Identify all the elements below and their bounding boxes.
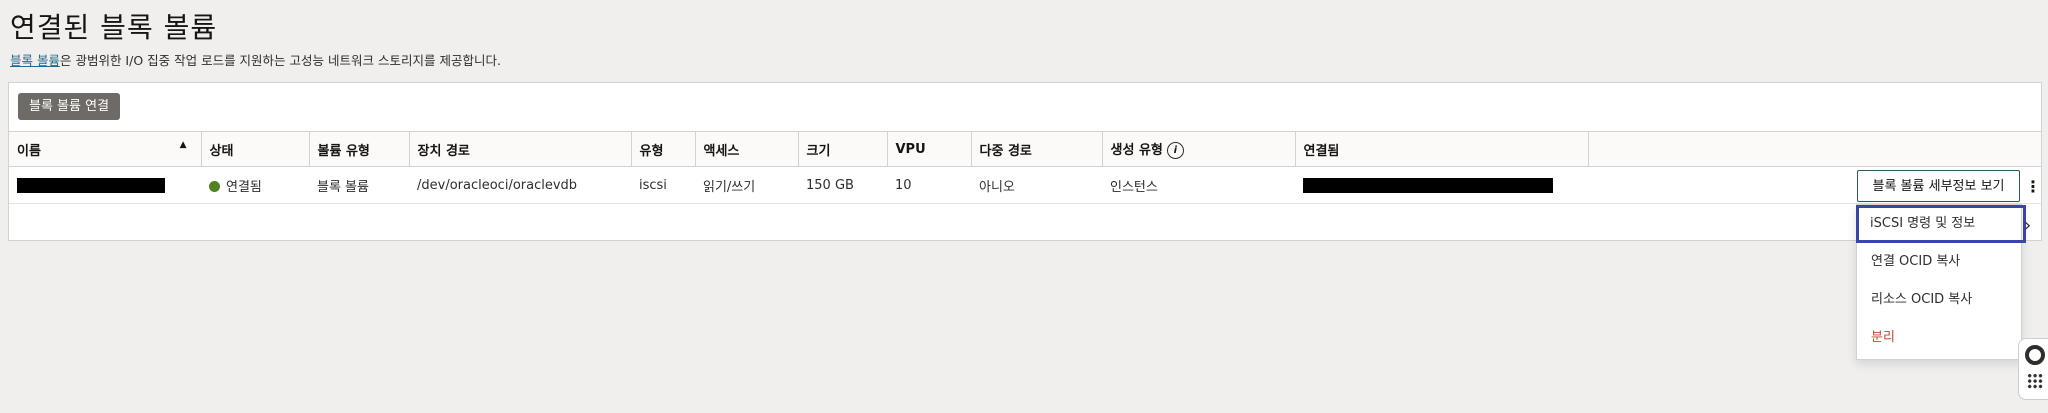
cell-volume-type: 블록 볼륨 bbox=[309, 166, 409, 204]
column-header-multipath[interactable]: 다중 경로 bbox=[970, 131, 1102, 167]
row-actions-dropdown: iSCSI 명령 및 정보 연결 OCID 복사 리소스 OCID 복사 분리 bbox=[1856, 204, 2026, 360]
description-text: 은 광범위한 I/O 집중 작업 로드를 지원하는 고성능 네트워크 스토리지를… bbox=[59, 53, 501, 68]
cell-type: iscsi bbox=[631, 166, 695, 204]
column-header-state[interactable]: 상태 bbox=[200, 131, 309, 167]
cell-state: 연결됨 bbox=[201, 166, 309, 204]
view-volume-details-button[interactable]: 블록 볼륨 세부정보 보기 bbox=[1857, 170, 2020, 202]
column-header-type[interactable]: 유형 bbox=[630, 131, 695, 167]
table-row: 연결됨 블록 볼륨 /dev/oracleoci/oraclevdb iscsi… bbox=[9, 166, 2041, 204]
sort-ascending-icon: ▲ bbox=[179, 139, 187, 150]
chevron-right-icon[interactable]: › bbox=[2024, 215, 2031, 236]
cell-attached[interactable] bbox=[1295, 166, 1588, 204]
kebab-menu-icon[interactable]: ⋮ bbox=[2025, 178, 2041, 196]
table-header-row: 이름 ▲ 상태 볼륨 유형 장치 경로 유형 액세스 크기 VPU 다중 경로 생… bbox=[9, 131, 2041, 167]
column-header-attached[interactable]: 연결됨 bbox=[1294, 131, 1588, 167]
lifebuoy-icon bbox=[2025, 345, 2045, 365]
cell-multipath: 아니오 bbox=[971, 166, 1102, 204]
menu-item-iscsi-commands[interactable]: iSCSI 명령 및 정보 bbox=[1856, 205, 2026, 243]
page-description: 블록 볼륨은 광범위한 I/O 집중 작업 로드를 지원하는 고성능 네트워크 … bbox=[10, 50, 501, 69]
attached-volumes-table: 이름 ▲ 상태 볼륨 유형 장치 경로 유형 액세스 크기 VPU 다중 경로 생… bbox=[9, 131, 2041, 204]
cell-device-path: /dev/oracleoci/oraclevdb bbox=[409, 166, 631, 204]
column-header-access[interactable]: 액세스 bbox=[694, 131, 798, 167]
cell-size: 150 GB bbox=[798, 166, 887, 204]
redacted-attached bbox=[1303, 177, 1553, 193]
column-header-name[interactable]: 이름 ▲ bbox=[9, 131, 201, 167]
cell-name[interactable] bbox=[9, 166, 201, 204]
column-header-size[interactable]: 크기 bbox=[797, 131, 887, 167]
attached-volumes-panel: 블록 볼륨 연결 이름 ▲ 상태 볼륨 유형 장치 경로 유형 액세스 크기 VP… bbox=[8, 82, 2042, 241]
menu-item-copy-resource-ocid[interactable]: 리소스 OCID 복사 bbox=[1857, 281, 2021, 319]
column-header-created-type[interactable]: 생성 유형 i bbox=[1101, 131, 1295, 167]
redacted-name bbox=[17, 177, 165, 193]
grid-icon bbox=[2027, 373, 2043, 389]
column-header-actions bbox=[1587, 131, 2041, 167]
page-title: 연결된 블록 볼륨 bbox=[10, 11, 218, 44]
column-header-volume-type[interactable]: 볼륨 유형 bbox=[308, 131, 409, 167]
column-header-vpu[interactable]: VPU bbox=[886, 131, 971, 167]
attach-block-volume-button[interactable]: 블록 볼륨 연결 bbox=[18, 93, 121, 120]
info-icon[interactable]: i bbox=[1166, 142, 1184, 159]
help-widget[interactable] bbox=[2018, 338, 2048, 400]
menu-item-copy-attachment-ocid[interactable]: 연결 OCID 복사 bbox=[1857, 243, 2021, 281]
cell-vpu: 10 bbox=[887, 166, 971, 204]
menu-item-detach[interactable]: 분리 bbox=[1857, 319, 2021, 357]
cell-created-type: 인스턴스 bbox=[1102, 166, 1295, 204]
block-volume-link[interactable]: 블록 볼륨 bbox=[10, 53, 60, 68]
cell-access: 읽기/쓰기 bbox=[695, 166, 798, 204]
status-dot-icon bbox=[209, 180, 220, 192]
column-header-device-path[interactable]: 장치 경로 bbox=[408, 131, 631, 167]
